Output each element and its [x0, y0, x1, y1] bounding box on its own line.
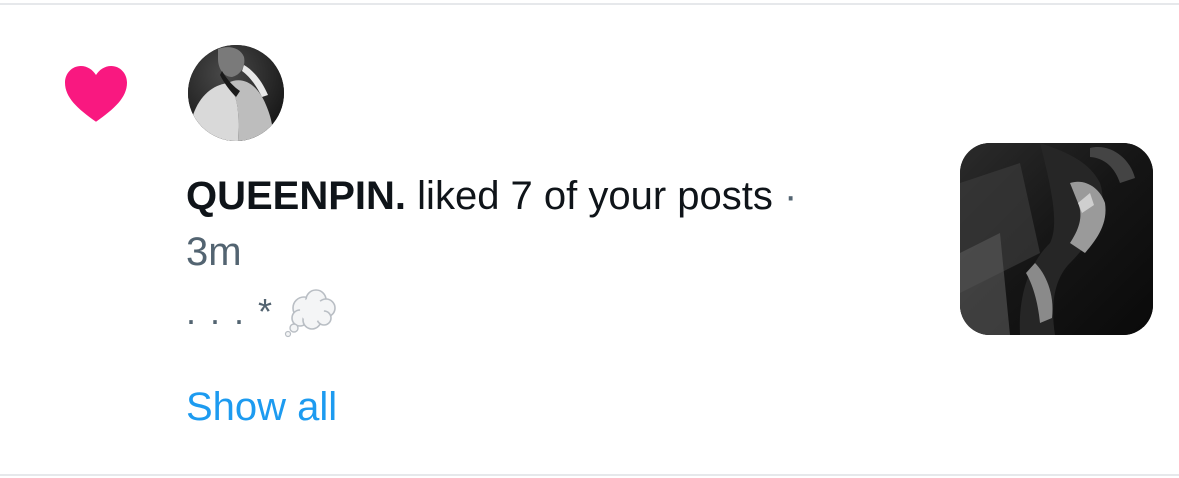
avatar[interactable] [188, 45, 284, 141]
heart-icon [65, 65, 127, 122]
action-text: liked 7 of your posts [417, 174, 773, 218]
show-all-link[interactable]: Show all [186, 381, 337, 433]
bottom-divider [0, 474, 1179, 476]
avatar-image [188, 45, 284, 141]
top-divider [0, 3, 1179, 5]
notification-headline: QUEENPIN. liked 7 of your posts · 3m [186, 168, 916, 280]
post-preview[interactable]: . . . * [186, 286, 338, 338]
post-thumbnail-image [960, 143, 1153, 335]
username[interactable]: QUEENPIN. [186, 174, 406, 218]
thought-balloon-icon [284, 289, 336, 338]
timestamp: 3m [186, 230, 242, 274]
preview-text: . . . * [186, 291, 275, 332]
post-thumbnail[interactable] [960, 143, 1153, 335]
separator-dot: · [784, 174, 798, 218]
